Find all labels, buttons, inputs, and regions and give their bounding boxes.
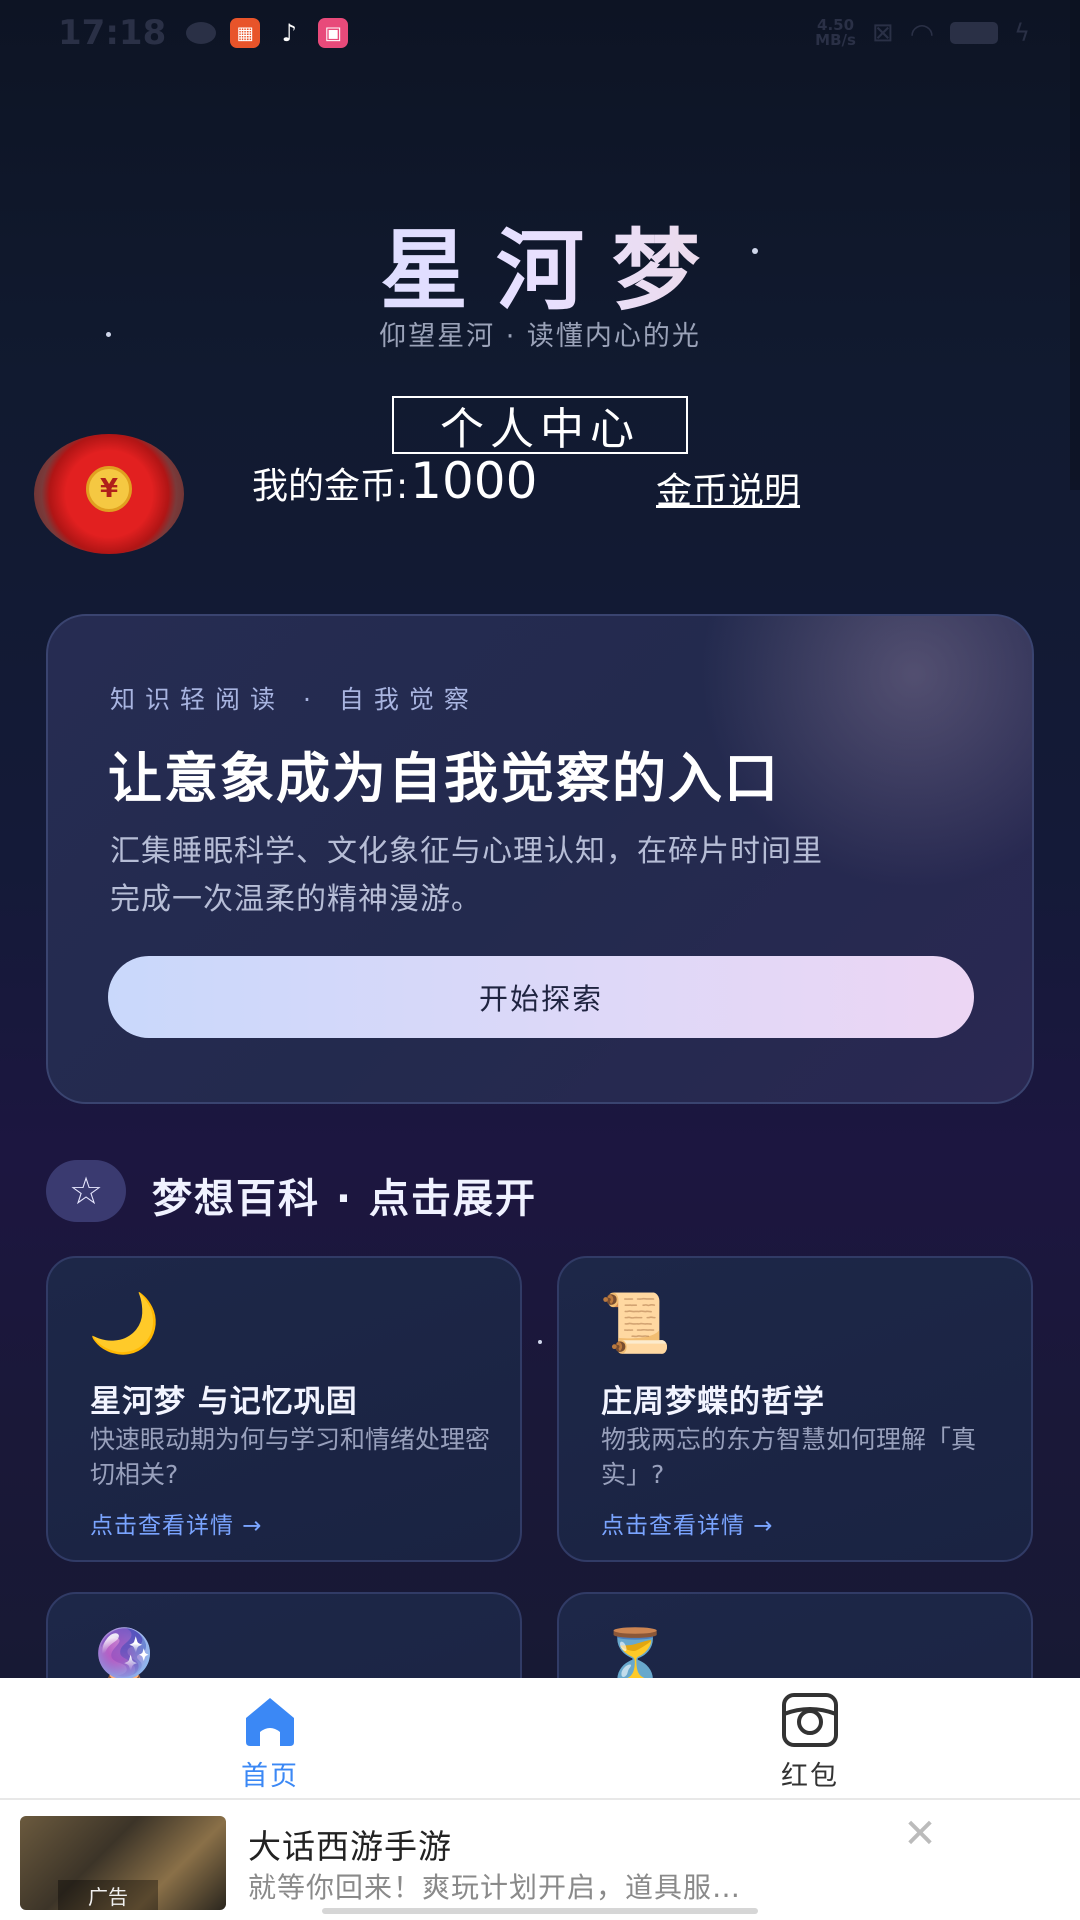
hero-card: 知识轻阅读 · 自我觉察 让意象成为自我觉察的入口 汇集睡眠科学、文化象征与心理… xyxy=(46,614,1034,1104)
nav-redpack-label: 红包 xyxy=(781,1760,839,1792)
charging-icon: ϟ xyxy=(1014,19,1030,47)
close-icon[interactable]: ✕ xyxy=(900,1814,940,1854)
star-decoration xyxy=(752,248,758,254)
card-detail-link[interactable]: 点击查看详情 → xyxy=(601,1506,774,1540)
card-title: 星河梦 与记忆巩固 xyxy=(90,1384,358,1420)
ad-tag: 广告 xyxy=(58,1880,158,1910)
nav-home-label: 首页 xyxy=(241,1760,299,1792)
app-title: 星河梦 xyxy=(0,200,1080,327)
coin-value: 1000 xyxy=(410,452,538,510)
nav-home[interactable]: 首页 xyxy=(0,1678,540,1798)
start-explore-button[interactable]: 开始探索 xyxy=(108,956,974,1038)
card-description: 快速眼动期为何与学习和情绪处理密切相关? xyxy=(90,1425,491,1489)
wifi-icon: ◠ xyxy=(909,16,935,50)
moon-icon: 🌙 xyxy=(88,1289,161,1357)
star-icon: ☆ xyxy=(46,1160,126,1222)
ad-description[interactable]: 就等你回来！爽玩计划开启，道具服… xyxy=(248,1866,741,1906)
status-time: 17:18 xyxy=(58,13,167,53)
tiktok-icon: ♪ xyxy=(281,19,297,47)
gesture-bar xyxy=(322,1908,758,1914)
card-description: 物我两忘的东方智慧如何理解「真实」? xyxy=(601,1425,977,1489)
hero-kicker: 知识轻阅读 · 自我觉察 xyxy=(110,685,479,714)
redpack-tab-icon xyxy=(782,1692,838,1747)
coin-balance: 我的金币: 1000 xyxy=(252,452,537,512)
scroll-icon: 📜 xyxy=(599,1289,672,1357)
nav-redpack[interactable]: 红包 xyxy=(540,1678,1080,1798)
no-sim-icon: ⊠ xyxy=(871,18,894,48)
home-icon xyxy=(246,1697,294,1746)
app-icon-orange: ▦ xyxy=(230,18,261,48)
bottom-nav: 首页 红包 xyxy=(0,1678,1080,1798)
star-decoration xyxy=(538,1340,542,1344)
redpack-float-button[interactable]: ¥ xyxy=(34,434,184,554)
personal-center-button[interactable]: 个人中心 xyxy=(392,396,688,455)
loop-icon xyxy=(186,22,217,44)
app-icon-pink: ▣ xyxy=(318,18,349,48)
battery-icon xyxy=(950,22,999,44)
card-title: 庄周梦蝶的哲学 xyxy=(601,1384,825,1420)
hero-description: 汇集睡眠科学、文化象征与心理认知，在碎片时间里 完成一次温柔的精神漫游。 xyxy=(110,834,823,917)
section-title[interactable]: 梦想百科 · 点击展开 xyxy=(152,1166,537,1224)
app-subtitle: 仰望星河 · 读懂内心的光 xyxy=(379,321,701,352)
hero-title: 让意象成为自我觉察的入口 xyxy=(108,747,780,810)
card-detail-link[interactable]: 点击查看详情 → xyxy=(90,1506,263,1540)
coin-label: 我的金币: xyxy=(252,466,409,507)
article-card[interactable]: 🌙 星河梦 与记忆巩固 快速眼动期为何与学习和情绪处理密切相关? 点击查看详情 … xyxy=(46,1256,522,1562)
status-right-group: 4.50 MB/s ⊠ ◠ ϟ xyxy=(815,0,1030,66)
network-speed: 4.50 MB/s xyxy=(815,16,856,49)
coin-yen-icon: ¥ xyxy=(86,466,132,512)
article-card[interactable]: 📜 庄周梦蝶的哲学 物我两忘的东方智慧如何理解「真实」? 点击查看详情 → xyxy=(557,1256,1033,1562)
coin-explain-link[interactable]: 金币说明 xyxy=(656,462,800,514)
ad-thumbnail[interactable]: 广告 xyxy=(20,1816,226,1910)
ad-banner[interactable]: 广告 大话西游手游 就等你回来！爽玩计划开启，道具服… ✕ xyxy=(0,1800,1080,1920)
ad-title[interactable]: 大话西游手游 xyxy=(248,1820,452,1868)
